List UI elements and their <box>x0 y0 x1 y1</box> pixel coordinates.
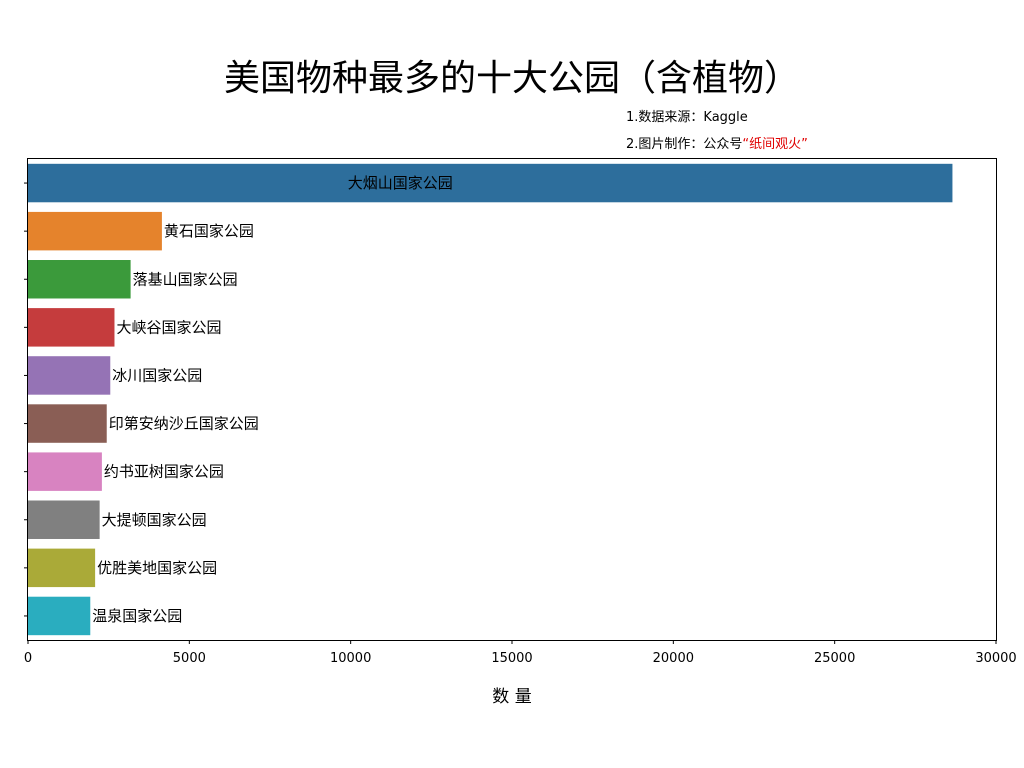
bar-label-8: 优胜美地国家公园 <box>97 559 217 577</box>
x-tick-label-3: 15000 <box>491 651 532 666</box>
bar-6 <box>28 452 102 491</box>
x-tick-label-5: 25000 <box>814 651 855 666</box>
bar-label-3: 大峡谷国家公园 <box>116 318 221 336</box>
bar-0 <box>28 163 953 203</box>
bar-label-9: 温泉国家公园 <box>92 607 182 625</box>
x-tick-label-1: 5000 <box>173 651 206 666</box>
credit-note: 2.图片制作：公众号“纸间观火” <box>626 137 808 152</box>
bar-label-4: 冰川国家公园 <box>112 366 202 384</box>
credit-note-prefix: 2.图片制作：公众号 <box>626 137 742 152</box>
bar-5 <box>28 404 107 443</box>
bar-label-1: 黄石国家公园 <box>164 222 254 240</box>
bar-8 <box>28 548 96 588</box>
bar-2 <box>28 260 131 299</box>
bar-1 <box>28 211 162 251</box>
chart-title: 美国物种最多的十大公园（含植物） <box>224 58 800 99</box>
bar-label-2: 落基山国家公园 <box>133 270 238 288</box>
credit-note-highlight: “纸间观火” <box>742 137 807 152</box>
bar-4 <box>28 356 111 395</box>
bar-3 <box>28 308 115 347</box>
bar-7 <box>28 500 100 539</box>
x-tick-label-4: 20000 <box>653 651 694 666</box>
x-tick-label-2: 10000 <box>330 651 371 666</box>
bar-chart: 美国物种最多的十大公园（含植物） 1.数据来源：Kaggle 2.图片制作：公众… <box>24 58 1017 707</box>
bar-label-6: 约书亚树国家公园 <box>104 463 224 481</box>
bars-layer: 大烟山国家公园黄石国家公园落基山国家公园大峡谷国家公园冰川国家公园印第安纳沙丘国… <box>28 163 953 636</box>
x-tick-label-0: 0 <box>24 651 32 666</box>
x-axis-label: 数 量 <box>492 687 531 707</box>
bar-9 <box>28 596 91 636</box>
bar-label-0: 大烟山国家公园 <box>348 174 453 192</box>
x-tick-label-6: 30000 <box>975 651 1016 666</box>
bar-label-7: 大提顿国家公园 <box>102 511 207 529</box>
x-axis-ticks: 0 5000 10000 15000 20000 25000 30000 <box>24 640 1017 666</box>
bar-label-5: 印第安纳沙丘国家公园 <box>109 415 259 433</box>
data-source-note: 1.数据来源：Kaggle <box>626 110 748 125</box>
